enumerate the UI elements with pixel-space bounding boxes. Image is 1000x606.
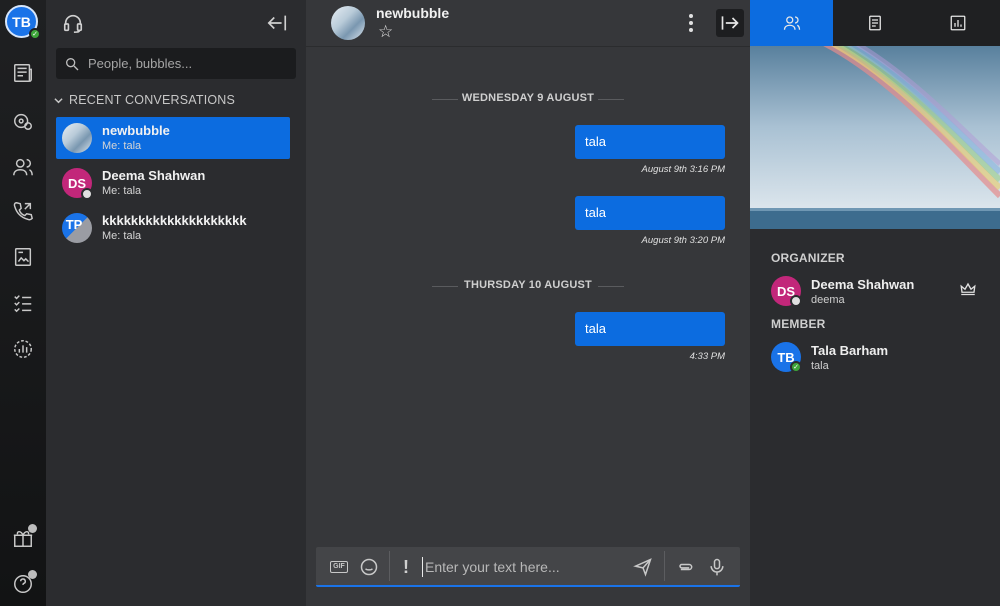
message-input[interactable] <box>422 557 622 577</box>
arrow-right-bar-icon <box>721 16 739 30</box>
emoji-icon[interactable] <box>358 556 380 578</box>
statistics-icon <box>950 15 966 31</box>
send-icon[interactable] <box>632 556 654 578</box>
organizer-member-row[interactable]: DS Deema Shahwan deema <box>771 276 981 308</box>
bubble-cover-image <box>750 46 1000 229</box>
member-username: deema <box>811 294 845 306</box>
tab-statistics[interactable] <box>917 0 1000 46</box>
avatar-initials: TP <box>65 216 83 232</box>
message-timestamp: August 9th 3:16 PM <box>641 164 725 175</box>
tab-members[interactable] <box>750 0 834 46</box>
dashboard-icon[interactable] <box>11 337 35 361</box>
conversation-name: Deema Shahwan <box>102 168 206 183</box>
message-bubble[interactable]: tala <box>575 312 725 346</box>
member-row[interactable]: TB ✓ Tala Barham tala <box>771 342 981 374</box>
search-icon <box>66 57 79 70</box>
conversation-item-kkk[interactable]: TP kkkkkkkkkkkkkkkkkkkk Me: tala <box>56 207 290 249</box>
crown-icon <box>960 282 976 296</box>
conversation-list-panel: RECENT CONVERSATIONS newbubble Me: tala … <box>46 0 306 606</box>
gif-label: GIF <box>330 561 348 573</box>
conversation-item-deema[interactable]: DS Deema Shahwan Me: tala <box>56 162 290 204</box>
collapse-details-button[interactable] <box>716 9 744 37</box>
chat-panel: newbubble ☆ WEDNESDAY 9 AUGUST tala Augu… <box>306 0 750 606</box>
online-status-icon: ✓ <box>790 361 802 373</box>
member-label: MEMBER <box>771 317 826 331</box>
left-rail: TB ✓ <box>0 0 46 606</box>
chat-header: newbubble ☆ <box>306 0 750 47</box>
message-timestamp: 4:33 PM <box>689 351 725 362</box>
search-box[interactable] <box>56 48 296 79</box>
collapse-list-icon[interactable] <box>266 12 290 36</box>
message-bubble[interactable]: tala <box>575 196 725 230</box>
offline-status-icon <box>790 295 802 307</box>
tab-files[interactable] <box>833 0 916 46</box>
message-composer: GIF ! <box>316 547 740 587</box>
gif-icon[interactable]: GIF <box>328 556 350 578</box>
message-timestamp: August 9th 3:20 PM <box>641 235 725 246</box>
chat-title: newbubble <box>376 5 450 21</box>
conversation-name: kkkkkkkkkkkkkkkkkkkk <box>102 213 247 228</box>
conversation-last-message: Me: tala <box>102 185 142 197</box>
search-input[interactable] <box>88 56 288 71</box>
member-name: Tala Barham <box>811 343 889 358</box>
chevron-down-icon <box>54 97 63 103</box>
day-separator: THURSDAY 10 AUGUST <box>432 279 624 291</box>
headset-icon[interactable] <box>62 12 86 36</box>
organizer-label: ORGANIZER <box>771 251 845 265</box>
recent-conversations-header[interactable]: RECENT CONVERSATIONS <box>54 93 235 107</box>
message-bubble[interactable]: tala <box>575 125 725 159</box>
conversation-name: newbubble <box>102 123 170 138</box>
online-status-icon: ✓ <box>29 28 41 40</box>
members-icon <box>783 16 800 30</box>
news-icon[interactable] <box>11 61 35 85</box>
day-separator: WEDNESDAY 9 AUGUST <box>432 92 624 104</box>
member-name: Deema Shahwan <box>811 277 915 292</box>
details-tabs <box>750 0 1000 46</box>
bubble-avatar[interactable] <box>331 6 365 40</box>
rainbow-image <box>750 46 1000 229</box>
gift-notification-dot <box>28 524 37 533</box>
offline-status-icon <box>81 188 93 200</box>
files-icon[interactable] <box>11 245 35 269</box>
help-notification-dot <box>28 570 37 579</box>
conversation-last-message: Me: tala <box>102 230 142 242</box>
my-avatar-initials: TB <box>12 13 31 30</box>
divider <box>664 551 665 581</box>
my-avatar[interactable]: TB ✓ <box>5 5 41 40</box>
app-window: TB ✓ People, bubbles... RECENT CONVERSAT… <box>0 0 1000 606</box>
attachment-icon[interactable] <box>674 556 696 578</box>
conversation-item-newbubble[interactable]: newbubble Me: tala <box>56 117 290 159</box>
divider <box>389 551 390 581</box>
urgent-icon[interactable]: ! <box>398 556 414 578</box>
section-title: RECENT CONVERSATIONS <box>69 93 236 107</box>
favorite-star-icon[interactable]: ☆ <box>378 22 393 42</box>
calls-icon[interactable] <box>11 199 35 223</box>
channels-icon[interactable] <box>11 109 35 133</box>
contacts-icon[interactable] <box>11 155 35 179</box>
microphone-icon[interactable] <box>706 556 728 578</box>
files-icon <box>869 15 881 31</box>
group-avatar: TP <box>62 213 92 243</box>
member-username: tala <box>811 360 829 372</box>
bubble-avatar <box>62 123 92 153</box>
conversation-last-message: Me: tala <box>102 140 142 152</box>
tasks-icon[interactable] <box>11 291 35 315</box>
bubble-details-panel: ORGANIZER DS Deema Shahwan deema MEMBER … <box>750 0 1000 606</box>
more-options-icon[interactable] <box>684 12 698 34</box>
